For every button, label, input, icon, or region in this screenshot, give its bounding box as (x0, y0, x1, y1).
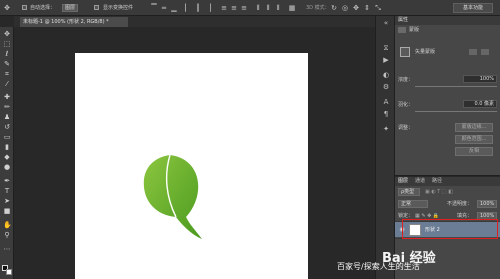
feather-slider[interactable] (415, 111, 497, 112)
vector-mask-add-icon[interactable] (481, 49, 489, 55)
kind-filter-dropdown[interactable]: ρ类型 (398, 188, 420, 196)
3d-mode-label: 3D 模式： (306, 5, 330, 11)
workspace-switcher[interactable]: 基本功能 (453, 3, 493, 13)
brush-tool-icon[interactable]: ✏ (3, 103, 11, 111)
more-tools-icon[interactable]: ⋯ (3, 245, 11, 253)
feather-label: 羽化： (398, 102, 414, 108)
canvas-area (14, 27, 375, 279)
path-select-icon[interactable]: ➤ (3, 197, 11, 205)
3d-roll-icon[interactable]: ◎ (341, 4, 349, 12)
align-left-icon[interactable]: ▏ (184, 4, 192, 12)
collapse-icon[interactable]: « (382, 19, 390, 27)
opacity-label: 不透明度： (447, 201, 473, 207)
actions-panel-icon[interactable]: ▶ (382, 56, 390, 64)
hand-tool-icon[interactable]: ✋ (3, 221, 12, 229)
properties-panel: 属性 蒙版 矢量蒙版 浓度： 100% 羽化： 0.0 像素 调整： 蒙版边缘.… (395, 16, 500, 176)
3d-slide-icon[interactable]: ⇕ (363, 4, 371, 12)
photoshop-window: ✥ 自动选择： 图层 显示变换控件 ▔ ═ ▁ ▏ ║ ▕ ≡ ≡ ≡ ⦀ ⦀ … (0, 0, 500, 279)
gradient-tool-icon[interactable]: ▮ (3, 143, 11, 151)
density-input[interactable]: 100% (463, 75, 497, 83)
distribute-center-icon[interactable]: ⦀ (264, 4, 272, 12)
zoom-tool-icon[interactable]: ⚲ (3, 231, 11, 239)
document-canvas[interactable] (75, 53, 308, 279)
show-transform-label: 显示变换控件 (103, 5, 134, 11)
mask-label: 蒙版 (409, 27, 420, 33)
history-panel-icon[interactable]: ⧖ (382, 44, 390, 52)
3d-pan-icon[interactable]: ✥ (352, 4, 360, 12)
paragraph-panel-icon[interactable]: ¶ (382, 110, 390, 118)
healing-brush-icon[interactable]: ✚ (3, 93, 11, 101)
show-transform-checkbox[interactable] (94, 5, 99, 10)
density-slider[interactable] (415, 86, 497, 87)
brush-panel-icon[interactable]: ✦ (382, 125, 390, 133)
filter-icons[interactable]: ▣ ◐ T ⬚ ◧ (425, 189, 453, 195)
tools-panel: ✥ ⬚ ℓ ✎ ⌗ ⁄ ✚ ✏ ♟ ↺ ▭ ▮ ◆ ● ✒ T ➤ ■ ✋ ⚲ … (0, 27, 14, 279)
dodge-tool-icon[interactable]: ● (3, 163, 11, 171)
properties-header: 属性 (395, 16, 500, 25)
options-bar: ✥ 自动选择： 图层 显示变换控件 ▔ ═ ▁ ▏ ║ ▕ ≡ ≡ ≡ ⦀ ⦀ … (0, 0, 500, 16)
align-top-icon[interactable]: ▔ (150, 4, 158, 12)
align-middle-icon[interactable]: ═ (160, 4, 168, 12)
tab-layers[interactable]: 图层 (398, 178, 408, 185)
eyedropper-tool-icon[interactable]: ⁄ (3, 80, 11, 88)
auto-select-dropdown[interactable]: 图层 (62, 4, 78, 12)
leaf-shape[interactable] (140, 155, 205, 240)
adjustments-panel-icon[interactable]: ◐ (382, 71, 390, 79)
type-tool-icon[interactable]: T (3, 187, 11, 195)
shape-tool-icon[interactable]: ■ (3, 207, 11, 215)
auto-select-label: 自动选择： (30, 5, 56, 11)
move-tool-icon[interactable]: ✥ (3, 4, 11, 12)
feather-input[interactable]: 0.0 像素 (463, 100, 497, 108)
properties-title: 属性 (398, 17, 409, 23)
pixel-mask-add-icon[interactable] (469, 49, 477, 55)
pen-tool-icon[interactable]: ✒ (3, 177, 11, 185)
marquee-tool-icon[interactable]: ⬚ (3, 40, 11, 48)
blur-tool-icon[interactable]: ◆ (3, 153, 11, 161)
distribute-top-icon[interactable]: ≡ (220, 4, 228, 12)
color-range-button[interactable]: 颜色范围... (455, 135, 493, 144)
distribute-right-icon[interactable]: ⦀ (274, 4, 282, 12)
mask-icon (398, 27, 406, 33)
quick-select-tool-icon[interactable]: ✎ (3, 60, 11, 68)
eraser-tool-icon[interactable]: ▭ (3, 133, 11, 141)
layers-tabs: 图层 通道 路径 (395, 177, 500, 186)
lasso-tool-icon[interactable]: ℓ (3, 50, 11, 58)
watermark-caption: 百家号/探索人生的生活 (337, 262, 420, 271)
background-color-swatch[interactable] (6, 269, 12, 275)
crop-tool-icon[interactable]: ⌗ (3, 70, 11, 78)
vector-mask-icon[interactable] (400, 47, 410, 57)
refine-label: 调整： (398, 125, 414, 131)
move-tool-icon[interactable]: ✥ (3, 30, 11, 38)
align-bottom-icon[interactable]: ▁ (170, 4, 178, 12)
distribute-bottom-icon[interactable]: ≡ (240, 4, 248, 12)
distribute-left-icon[interactable]: ⦀ (254, 4, 262, 12)
clone-stamp-icon[interactable]: ♟ (3, 113, 11, 121)
selection-highlight-box (402, 219, 498, 239)
history-brush-icon[interactable]: ↺ (3, 123, 11, 131)
tab-channels[interactable]: 通道 (415, 178, 425, 185)
auto-select-checkbox[interactable] (22, 5, 27, 10)
invert-button[interactable]: 反相 (455, 147, 493, 156)
mask-edge-button[interactable]: 蒙版边缘... (455, 123, 493, 132)
blend-mode-dropdown[interactable]: 正常 (398, 200, 428, 208)
auto-align-icon[interactable]: ▦ (288, 4, 296, 12)
opacity-input[interactable]: 100% (477, 200, 497, 208)
distribute-middle-icon[interactable]: ≡ (230, 4, 238, 12)
document-tab-bar: 未标题-1 @ 100% (形状 2, RGB/8) * (14, 16, 375, 27)
align-right-icon[interactable]: ▕ (204, 4, 212, 12)
3d-scale-icon[interactable]: ⤡ (374, 4, 382, 12)
align-center-icon[interactable]: ║ (194, 4, 202, 12)
tab-paths[interactable]: 路径 (432, 178, 442, 185)
density-label: 浓度： (398, 77, 414, 83)
character-panel-icon[interactable]: A (382, 98, 390, 106)
styles-panel-icon[interactable]: ⚙ (382, 83, 390, 91)
panel-icon-strip: « ⧖ ▶ ◐ ⚙ A ¶ ✦ (375, 16, 395, 279)
document-tab[interactable]: 未标题-1 @ 100% (形状 2, RGB/8) * (20, 17, 128, 27)
3d-rotate-icon[interactable]: ↻ (330, 4, 338, 12)
vector-mask-label: 矢量蒙版 (415, 49, 436, 55)
